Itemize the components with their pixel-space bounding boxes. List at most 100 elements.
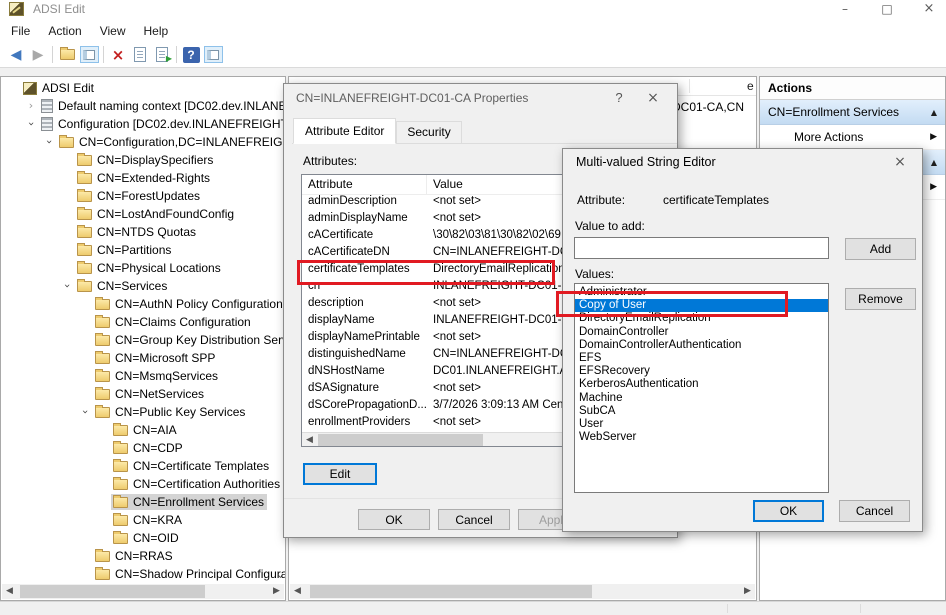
chevron-right-icon[interactable]: ›	[23, 97, 39, 115]
actions-group-enrollment-services[interactable]: CN=Enrollment Services ▲	[760, 100, 945, 125]
tree-item-cn-rras[interactable]: ›CN=RRAS	[1, 547, 285, 565]
list-scrollbar-thumb[interactable]	[310, 585, 592, 598]
toolbar-export-list-icon[interactable]	[151, 44, 173, 66]
toolbar-show-hide-console-icon[interactable]	[202, 44, 224, 66]
menu-help[interactable]: Help	[135, 20, 178, 42]
value-item-efsrecovery[interactable]: EFSRecovery	[575, 365, 828, 378]
attributes-scrollbar-thumb[interactable]	[318, 434, 483, 447]
maximize-button[interactable]: □	[872, 0, 902, 19]
scroll-left-icon[interactable]: ◀	[2, 584, 17, 599]
toolbar-console-tree-toggle-icon[interactable]	[78, 44, 100, 66]
collapse-caret-icon[interactable]: ▲	[931, 158, 937, 167]
toolbar-forward-arrow-icon[interactable]: ▶	[27, 44, 49, 66]
value-item-efs[interactable]: EFS	[575, 352, 828, 365]
values-listbox: AdministratorCopy of UserDirectoryEmailR…	[574, 283, 829, 493]
tree-item-cn-certification-authorities[interactable]: ›CN=Certification Authorities	[1, 475, 285, 493]
remove-button[interactable]: Remove	[845, 288, 916, 310]
value-item-copy-of-user[interactable]: Copy of User	[575, 299, 828, 312]
tree-item-cn-lostandfoundconfig[interactable]: ›CN=LostAndFoundConfig	[1, 205, 285, 223]
tree-item-cn-services[interactable]: ›CN=Services	[1, 277, 285, 295]
tree-item-cn-claims-configuration[interactable]: ›CN=Claims Configuration	[1, 313, 285, 331]
toolbar-properties-list-icon[interactable]	[129, 44, 151, 66]
scroll-left-icon[interactable]: ◀	[302, 433, 317, 447]
mvse-titlebar[interactable]: Multi-valued String Editor ×	[563, 149, 922, 176]
tree-item-cn-microsoft-spp[interactable]: ›CN=Microsoft SPP	[1, 349, 285, 367]
tree-item-cn-aia[interactable]: ›CN=AIA	[1, 421, 285, 439]
folder-icon	[113, 479, 128, 490]
menu-action[interactable]: Action	[39, 20, 90, 42]
menu-view[interactable]: View	[91, 20, 135, 42]
toolbar-up-folder-icon[interactable]	[56, 44, 78, 66]
close-button[interactable]: ×	[914, 0, 944, 19]
value-item-domaincontrollerauthentication[interactable]: DomainControllerAuthentication	[575, 339, 828, 352]
tree-item-cn-configuration-dc-inlanefreigh[interactable]: ›CN=Configuration,DC=INLANEFREIGH	[1, 133, 285, 151]
chevron-down-icon[interactable]: ›	[58, 278, 76, 294]
more-actions-item[interactable]: More Actions ▶	[760, 125, 945, 150]
toolbar-back-arrow-icon[interactable]: ◀	[5, 44, 27, 66]
tree-item-cn-extended-rights[interactable]: ›CN=Extended-Rights	[1, 169, 285, 187]
tree-item-cn-shadow-principal-configura[interactable]: ›CN=Shadow Principal Configura	[1, 565, 285, 583]
tree-item-configuration-dc02-dev-inlanefreight[interactable]: ›Configuration [DC02.dev.INLANEFREIGHT.	[1, 115, 285, 133]
tree-item-cn-partitions[interactable]: ›CN=Partitions	[1, 241, 285, 259]
properties-cancel-button[interactable]: Cancel	[438, 509, 510, 530]
close-icon[interactable]: ×	[639, 88, 667, 108]
column-header-attribute[interactable]: Attribute	[302, 175, 427, 194]
tab-security[interactable]: Security	[396, 121, 461, 144]
tree-item-cn-displayspecifiers[interactable]: ›CN=DisplaySpecifiers	[1, 151, 285, 169]
tree-scrollbar-thumb[interactable]	[20, 585, 205, 598]
properties-dialog-titlebar[interactable]: CN=INLANEFREIGHT-DC01-CA Properties ? ×	[284, 84, 677, 112]
minimize-button[interactable]: –	[830, 0, 860, 19]
column-divider[interactable]	[689, 79, 690, 93]
chevron-down-icon[interactable]: ›	[22, 116, 40, 132]
attribute-name: enrollmentProviders	[302, 416, 427, 433]
tree-horizontal-scrollbar[interactable]: ◀ ▶	[2, 584, 284, 599]
tree-item-cn-certificate-templates[interactable]: ›CN=Certificate Templates	[1, 457, 285, 475]
mvse-cancel-button[interactable]: Cancel	[839, 500, 910, 522]
value-item-administrator[interactable]: Administrator	[575, 286, 828, 299]
mvse-ok-button[interactable]: OK	[753, 500, 824, 522]
help-icon[interactable]: ?	[607, 88, 631, 108]
tree-item-cn-forestupdates[interactable]: ›CN=ForestUpdates	[1, 187, 285, 205]
tree-item-cn-physical-locations[interactable]: ›CN=Physical Locations	[1, 259, 285, 277]
value-item-user[interactable]: User	[575, 418, 828, 431]
tree-item-cn-msmqservices[interactable]: ›CN=MsmqServices	[1, 367, 285, 385]
tree-item-cn-authn-policy-configuration[interactable]: ›CN=AuthN Policy Configuration	[1, 295, 285, 313]
tree-item-cn-ntds-quotas[interactable]: ›CN=NTDS Quotas	[1, 223, 285, 241]
tree-scroll-down-icon[interactable]: ›	[275, 575, 286, 579]
menu-file[interactable]: File	[2, 20, 39, 42]
tree-item-cn-kra[interactable]: ›CN=KRA	[1, 511, 285, 529]
value-to-add-input[interactable]	[574, 237, 829, 259]
close-icon[interactable]: ×	[886, 152, 914, 172]
multi-valued-string-editor-dialog: Multi-valued String Editor × Attribute: …	[562, 148, 923, 532]
value-item-domaincontroller[interactable]: DomainController	[575, 326, 828, 339]
tree-item-adsi-edit[interactable]: ›ADSI Edit	[1, 79, 285, 97]
chevron-down-icon[interactable]: ›	[76, 404, 94, 420]
folder-icon	[59, 137, 74, 148]
edit-button[interactable]: Edit	[303, 463, 377, 485]
tree-item-cn-netservices[interactable]: ›CN=NetServices	[1, 385, 285, 403]
tree-item-default-naming-context-dc02-dev-inlane[interactable]: ›Default naming context [DC02.dev.INLANE	[1, 97, 285, 115]
folder-icon	[95, 353, 110, 364]
tree-item-cn-enrollment-services[interactable]: ›CN=Enrollment Services	[1, 493, 285, 511]
chevron-down-icon[interactable]: ›	[40, 134, 58, 150]
add-button[interactable]: Add	[845, 238, 916, 260]
toolbar-delete-icon[interactable]: ×	[107, 44, 129, 66]
value-item-machine[interactable]: Machine	[575, 392, 828, 405]
window-titlebar[interactable]: ADSI Edit – □ ×	[0, 0, 946, 20]
tab-attribute-editor[interactable]: Attribute Editor	[293, 118, 396, 144]
collapse-caret-icon[interactable]: ▲	[931, 108, 937, 117]
scroll-right-icon[interactable]: ▶	[740, 584, 755, 599]
scroll-left-icon[interactable]: ◀	[290, 584, 305, 599]
properties-ok-button[interactable]: OK	[358, 509, 430, 530]
tree-item-cn-group-key-distribution-serv[interactable]: ›CN=Group Key Distribution Serv	[1, 331, 285, 349]
toolbar-help-icon[interactable]: ?	[180, 44, 202, 66]
value-item-kerberosauthentication[interactable]: KerberosAuthentication	[575, 378, 828, 391]
tree-item-cn-oid[interactable]: ›CN=OID	[1, 529, 285, 547]
value-item-directoryemailreplication[interactable]: DirectoryEmailReplication	[575, 312, 828, 325]
scroll-right-icon[interactable]: ▶	[269, 584, 284, 599]
value-item-webserver[interactable]: WebServer	[575, 431, 828, 444]
value-item-subca[interactable]: SubCA	[575, 405, 828, 418]
tree-item-cn-cdp[interactable]: ›CN=CDP	[1, 439, 285, 457]
tree-item-cn-public-key-services[interactable]: ›CN=Public Key Services	[1, 403, 285, 421]
list-horizontal-scrollbar[interactable]: ◀ ▶	[290, 584, 755, 599]
